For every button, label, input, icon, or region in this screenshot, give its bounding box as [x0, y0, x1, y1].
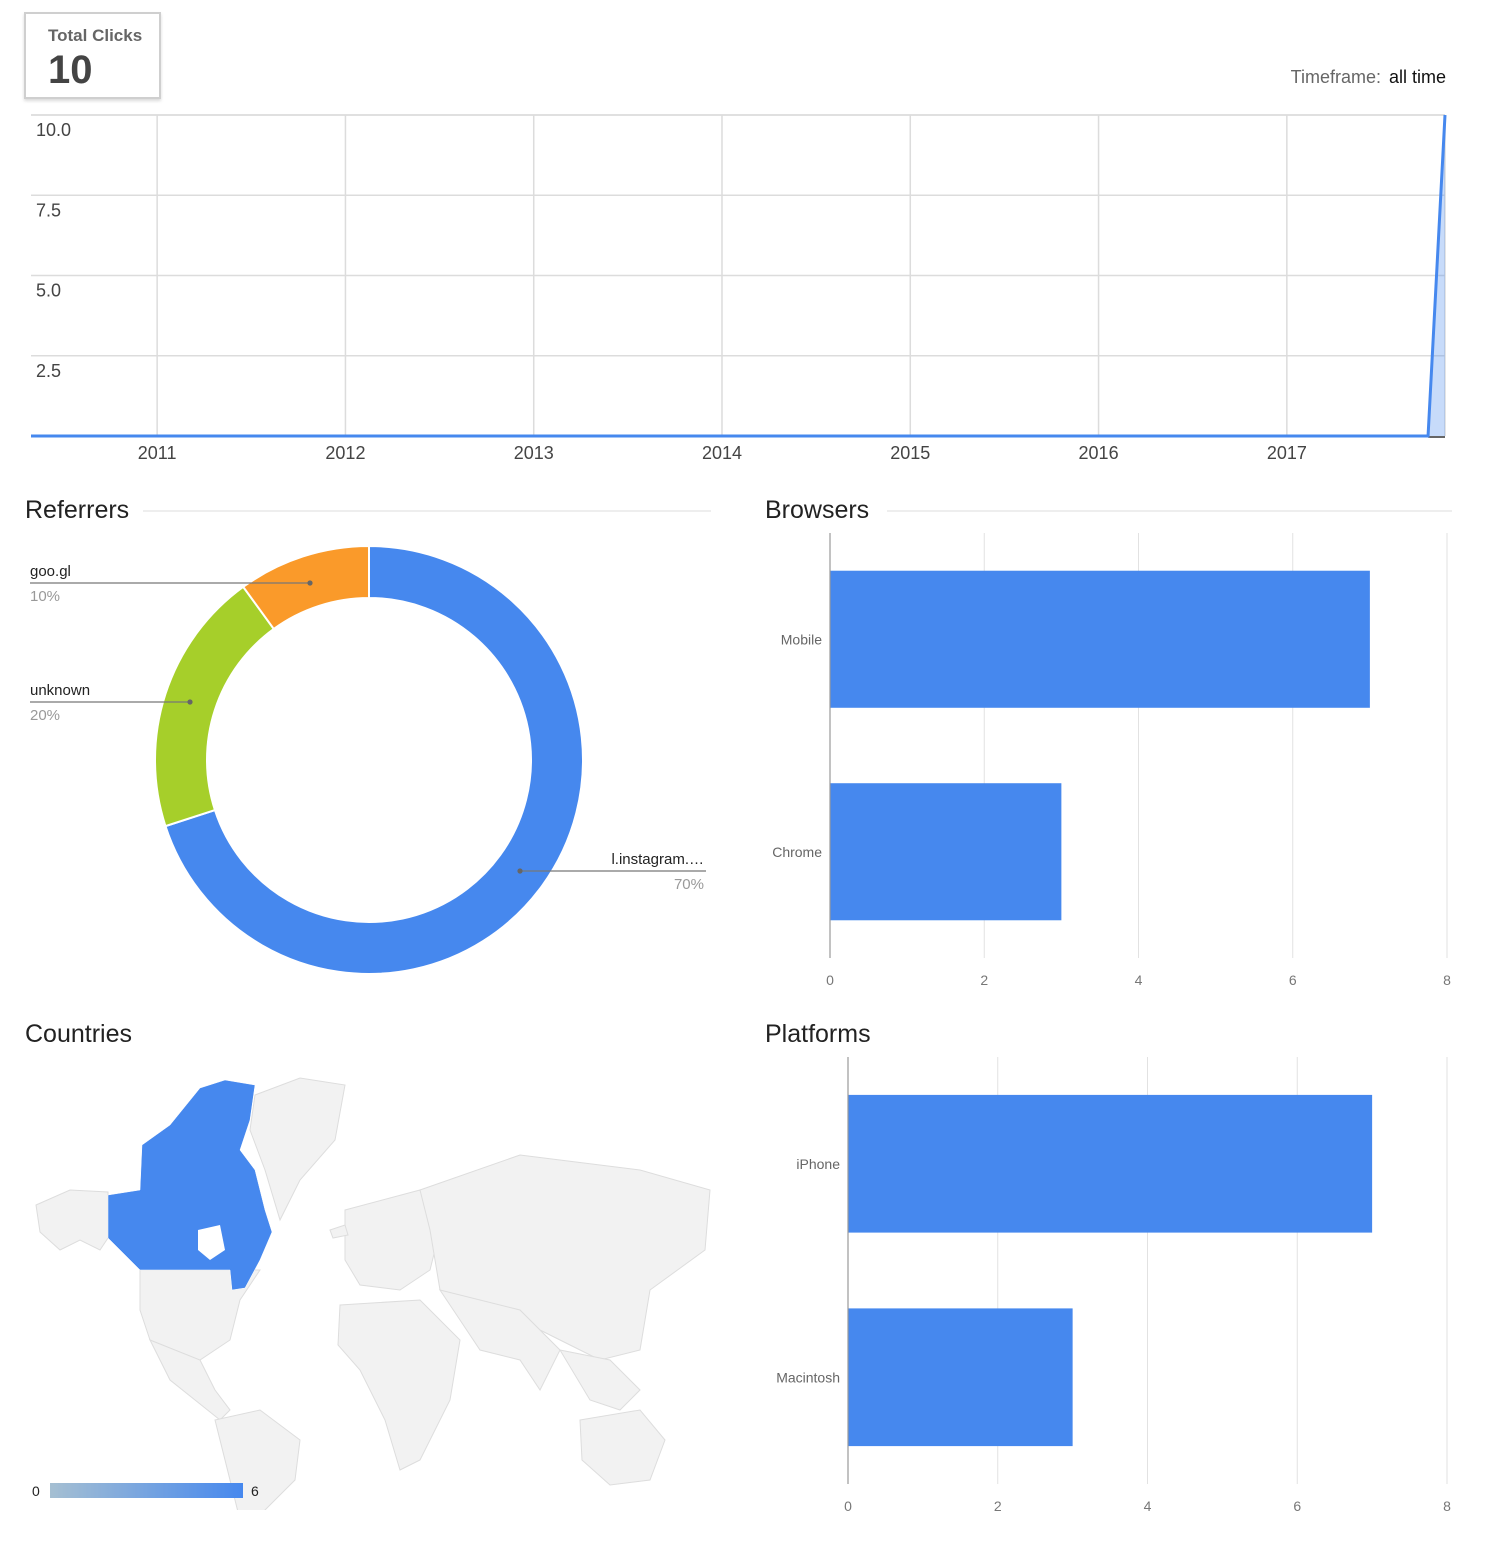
slice-percent: 20% — [30, 707, 60, 724]
country-russia-asia — [419, 1154, 711, 1361]
leader-dot — [307, 580, 313, 586]
category-label: iPhone — [796, 1156, 840, 1172]
x-tick-label: 2012 — [325, 443, 365, 463]
x-tick-label: 0 — [826, 972, 834, 988]
category-label: Chrome — [772, 844, 822, 860]
color-scale-bar — [50, 1483, 243, 1498]
x-tick-label: 6 — [1293, 1498, 1301, 1514]
countries-title: Countries — [25, 1020, 132, 1048]
color-scale-min: 0 — [32, 1483, 40, 1499]
referrers-title-rule — [143, 510, 711, 512]
bar-chrome — [830, 783, 1062, 921]
country-canada-highlighted — [107, 1079, 273, 1291]
country-australia — [579, 1409, 666, 1486]
timeframe-value[interactable]: all time — [1389, 67, 1446, 87]
referrers-title: Referrers — [25, 496, 130, 524]
slice-label: l.instagram.… — [611, 851, 704, 868]
browsers-bar-chart: 0 2 4 6 8 Mobile Chrome — [772, 533, 1451, 988]
timeframe: Timeframe: all time — [1291, 67, 1446, 88]
x-tick-label: 0 — [844, 1498, 852, 1514]
slice-label: goo.gl — [30, 563, 71, 580]
total-clicks-label: Total Clicks — [48, 26, 143, 45]
x-tick-label: 2013 — [514, 443, 554, 463]
x-tick-label: 8 — [1443, 1498, 1451, 1514]
country-southeast-asia — [558, 1349, 641, 1411]
x-tick-label: 8 — [1443, 972, 1451, 988]
x-tick-label: 4 — [1144, 1498, 1152, 1514]
leader-dot — [517, 868, 523, 874]
donut-slice — [154, 585, 276, 828]
country-greenland — [249, 1077, 346, 1222]
timeframe-label: Timeframe: — [1290, 67, 1381, 87]
leader-dot — [187, 699, 193, 705]
x-tick-label: 2 — [980, 972, 988, 988]
y-tick-label: 7.5 — [36, 200, 61, 220]
slice-percent: 70% — [674, 876, 704, 893]
x-tick-label: 2016 — [1079, 443, 1119, 463]
referrers-donut-chart: l.instagram.… 70% unknown 20% goo.gl 10% — [30, 544, 706, 975]
bar-iphone — [848, 1094, 1373, 1233]
x-tick-label: 2017 — [1267, 443, 1307, 463]
y-tick-label: 5.0 — [36, 281, 61, 301]
browsers-title-rule — [887, 510, 1452, 512]
x-tick-label: 2 — [994, 1498, 1002, 1514]
platforms-bar-chart: 0 2 4 6 8 iPhone Macintosh — [776, 1057, 1451, 1514]
bar-macintosh — [848, 1308, 1073, 1447]
x-tick-label: 2011 — [138, 443, 177, 463]
x-tick-label: 2014 — [702, 443, 742, 463]
category-label: Mobile — [781, 631, 822, 647]
total-clicks-value: 10 — [48, 48, 93, 92]
total-clicks-card: Total Clicks 10 — [24, 12, 161, 99]
slice-label: unknown — [30, 682, 90, 699]
country-alaska — [35, 1189, 109, 1251]
color-scale-max: 6 — [251, 1483, 259, 1499]
browsers-title: Browsers — [765, 496, 870, 524]
x-tick-label: 2015 — [890, 443, 930, 463]
x-tick-label: 4 — [1135, 972, 1143, 988]
category-label: Macintosh — [776, 1369, 840, 1385]
countries-geo-map: 06 — [32, 1077, 711, 1510]
country-africa — [337, 1299, 461, 1471]
bar-mobile — [830, 570, 1370, 708]
platforms-title: Platforms — [765, 1020, 871, 1048]
slice-percent: 10% — [30, 588, 60, 605]
y-tick-label: 2.5 — [36, 361, 61, 381]
x-tick-label: 6 — [1289, 972, 1297, 988]
clicks-over-time-chart: 2.5 5.0 7.5 10.0 2011 2012 2013 2014 2015 2016 20… — [31, 114, 1447, 463]
y-tick-label: 10.0 — [36, 120, 71, 140]
